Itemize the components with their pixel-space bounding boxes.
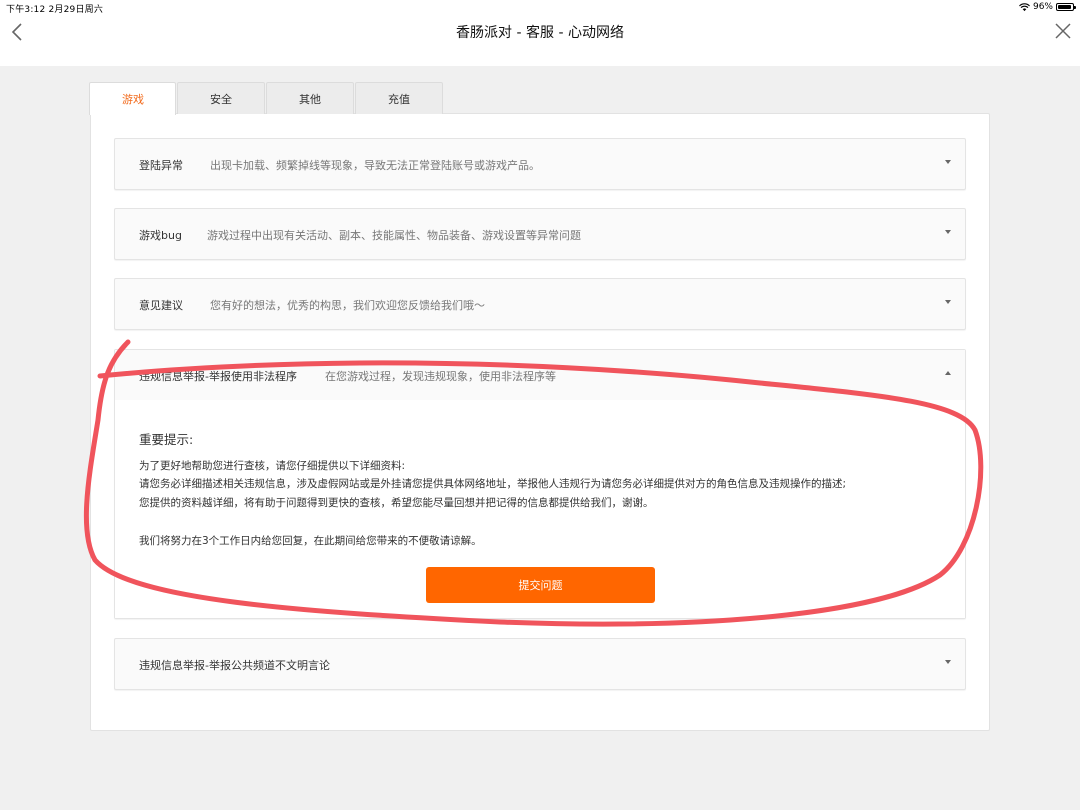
accordion-item-suggestion[interactable]: 意见建议 您有好的想法，优秀的构思，我们欢迎您反馈给我们哦～ [114, 278, 966, 330]
wifi-icon [1019, 2, 1030, 11]
accordion-header[interactable]: 违规信息举报-举报公共频道不文明言论 [115, 639, 965, 689]
item-description: 游戏过程中出现有关活动、副本、技能属性、物品装备、游戏设置等异常问题 [207, 229, 581, 242]
item-description: 在您游戏过程，发现违规现象，使用非法程序等 [325, 370, 556, 383]
battery-percent: 96% [1032, 2, 1053, 12]
category-tabs: 游戏 安全 其他 充值 [89, 82, 444, 115]
tab-recharge[interactable]: 充值 [355, 82, 443, 114]
item-description: 您有好的想法，优秀的构思，我们欢迎您反馈给我们哦～ [210, 299, 485, 312]
close-icon[interactable] [1054, 22, 1072, 40]
item-description: 出现卡加载、频繁掉线等现象，导致无法正常登陆账号或游戏产品。 [210, 159, 540, 172]
accordion-header[interactable]: 登陆异常 出现卡加载、频繁掉线等现象，导致无法正常登陆账号或游戏产品。 [115, 139, 965, 189]
item-name: 违规信息举报-举报使用非法程序 [139, 370, 297, 383]
notice-line: 我们将努力在3个工作日内给您回复，在此期间给您带来的不便敬请谅解。 [139, 535, 482, 547]
accordion-body: 重要提示: 为了更好地帮助您进行查核，请您仔细提供以下详细资料: 请您务必详细描… [115, 400, 965, 618]
expand-arrow-icon [945, 230, 951, 234]
expand-arrow-icon [945, 160, 951, 164]
accordion-header[interactable]: 游戏bug 游戏过程中出现有关活动、副本、技能属性、物品装备、游戏设置等异常问题 [115, 209, 965, 259]
item-name: 登陆异常 [139, 159, 183, 172]
tab-game[interactable]: 游戏 [89, 82, 176, 115]
status-time: 下午3:12 2月29日周六 [6, 5, 104, 15]
tab-other[interactable]: 其他 [266, 82, 354, 114]
accordion-header[interactable]: 违规信息举报-举报使用非法程序 在您游戏过程，发现违规现象，使用非法程序等 [115, 350, 965, 400]
tab-security[interactable]: 安全 [177, 82, 265, 114]
accordion-item-report-cheat[interactable]: 违规信息举报-举报使用非法程序 在您游戏过程，发现违规现象，使用非法程序等 重要… [114, 349, 966, 619]
accordion-item-report-chat[interactable]: 违规信息举报-举报公共频道不文明言论 [114, 638, 966, 690]
item-name: 游戏bug [139, 229, 182, 242]
notice-title: 重要提示: [139, 432, 194, 447]
collapse-arrow-icon [945, 371, 951, 375]
expand-arrow-icon [945, 300, 951, 304]
battery-icon [1056, 3, 1076, 11]
nav-bar: 香肠派对 - 客服 - 心动网络 [0, 16, 1080, 66]
item-name: 违规信息举报-举报公共频道不文明言论 [139, 659, 330, 672]
status-bar: 下午3:12 2月29日周六 96% [0, 0, 1080, 16]
accordion-item-login[interactable]: 登陆异常 出现卡加载、频繁掉线等现象，导致无法正常登陆账号或游戏产品。 [114, 138, 966, 190]
notice-line: 为了更好地帮助您进行查核，请您仔细提供以下详细资料: [139, 460, 406, 472]
expand-arrow-icon [945, 660, 951, 664]
accordion-header[interactable]: 意见建议 您有好的想法，优秀的构思，我们欢迎您反馈给我们哦～ [115, 279, 965, 329]
notice-line: 请您务必详细描述相关违规信息，涉及虚假网站或是外挂请您提供具体网络地址，举报他人… [139, 478, 847, 490]
page-title: 香肠派对 - 客服 - 心动网络 [456, 25, 624, 41]
status-right: 96% [1019, 2, 1076, 12]
accordion-item-bug[interactable]: 游戏bug 游戏过程中出现有关活动、副本、技能属性、物品装备、游戏设置等异常问题 [114, 208, 966, 260]
item-name: 意见建议 [139, 299, 183, 312]
submit-button[interactable]: 提交问题 [426, 567, 655, 603]
notice-line: 您提供的资料越详细，将有助于问题得到更快的查核，希望您能尽量回想并把记得的信息都… [139, 497, 654, 509]
